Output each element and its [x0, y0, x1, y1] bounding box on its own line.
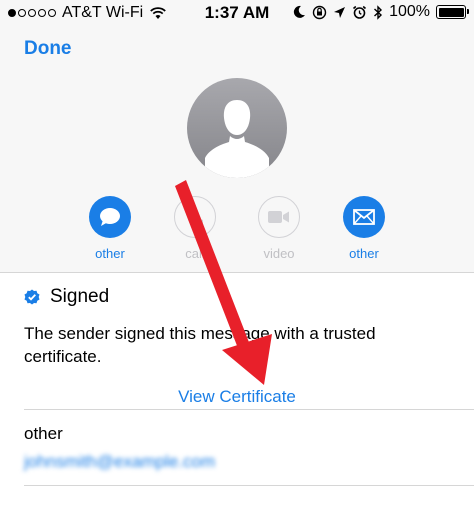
message-icon — [100, 208, 120, 226]
status-bar: AT&T Wi-Fi 1:37 AM 100% — [0, 0, 474, 26]
contact-avatar — [187, 78, 287, 178]
contact-actions: other call video other — [0, 196, 474, 266]
verified-badge-icon — [24, 289, 40, 305]
signed-label: Signed — [50, 286, 110, 307]
section-divider-bottom — [24, 485, 474, 486]
status-right: 100% — [292, 3, 469, 21]
video-action-label: video — [263, 246, 295, 261]
mail-action-label: other — [349, 246, 379, 261]
email-address-link[interactable]: johnsmith@example.com — [24, 452, 215, 472]
moon-icon — [293, 5, 306, 18]
phone-icon — [187, 209, 203, 225]
mail-icon — [353, 209, 375, 225]
message-action-label: other — [95, 246, 125, 261]
orientation-lock-icon — [312, 5, 327, 19]
email-type-label: other — [24, 424, 63, 443]
signature-description: The sender signed this message with a tr… — [24, 324, 376, 366]
location-icon — [334, 6, 346, 18]
view-certificate-button[interactable]: View Certificate — [0, 387, 474, 407]
message-action[interactable]: other — [75, 196, 145, 261]
mail-action[interactable]: other — [329, 196, 399, 261]
alarm-icon — [353, 5, 367, 19]
section-divider — [24, 409, 474, 410]
contact-header: Done other call video other — [0, 26, 474, 273]
video-icon — [268, 211, 289, 223]
battery-percent: 100% — [389, 3, 430, 20]
bluetooth-icon — [374, 4, 383, 20]
call-action-label: call — [185, 246, 205, 261]
video-action[interactable]: video — [244, 196, 314, 261]
done-button[interactable]: Done — [24, 38, 72, 60]
signed-row: Signed — [24, 286, 109, 308]
call-action[interactable]: call — [160, 196, 230, 261]
battery-icon — [436, 5, 469, 19]
person-silhouette-icon — [205, 100, 269, 178]
